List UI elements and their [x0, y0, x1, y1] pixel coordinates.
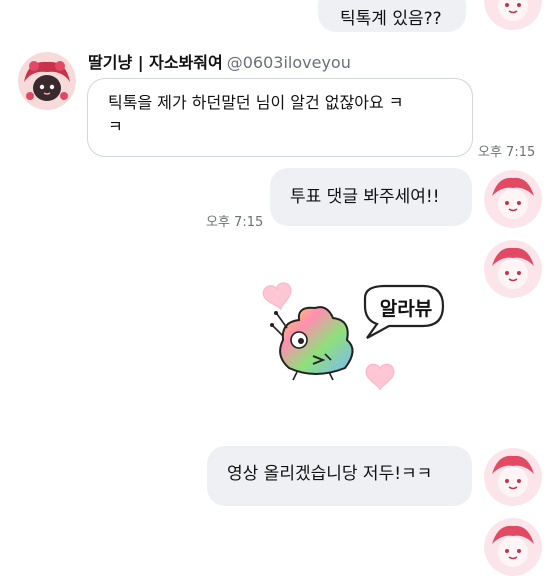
- self-avatar[interactable]: [484, 240, 542, 298]
- sender-name: 딸기냥 | 자소봐줘여: [88, 53, 223, 72]
- message-text-line1: 틱톡을 제가 하던말던 님이 알건 없잖아요 ㅋ: [108, 93, 404, 112]
- message-timestamp: 오후 7:15: [478, 145, 536, 160]
- sent-message-bubble[interactable]: 영상 올리겠습니당 저두!ㅋㅋ: [207, 446, 472, 506]
- message-timestamp: 오후 7:15: [206, 215, 264, 230]
- sticker-message[interactable]: 알라뷰: [255, 280, 450, 395]
- sender-avatar[interactable]: [18, 52, 76, 110]
- sender-header[interactable]: 딸기냥 | 자소봐줘여 @0603iloveyou: [88, 49, 351, 73]
- received-message-bubble[interactable]: 틱톡을 제가 하던말던 님이 알건 없잖아요 ㅋ ㅋ: [87, 78, 473, 157]
- self-avatar[interactable]: [484, 0, 542, 30]
- sent-message-bubble[interactable]: 틱톡계 있음??: [318, 0, 466, 32]
- sent-message-bubble[interactable]: 투표 댓글 봐주세여!!: [270, 168, 472, 226]
- self-avatar[interactable]: [484, 448, 542, 506]
- sender-handle: @0603iloveyou: [226, 53, 351, 72]
- self-avatar[interactable]: [484, 518, 542, 576]
- message-text: 영상 올리겠습니당 저두!ㅋㅋ: [227, 464, 433, 484]
- message-text-line2: ㅋ: [108, 117, 123, 136]
- message-text: 틱톡계 있음??: [340, 9, 442, 29]
- sticker-speech-text: 알라뷰: [379, 298, 433, 320]
- self-avatar[interactable]: [484, 170, 542, 228]
- message-text: 투표 댓글 봐주세여!!: [290, 187, 440, 207]
